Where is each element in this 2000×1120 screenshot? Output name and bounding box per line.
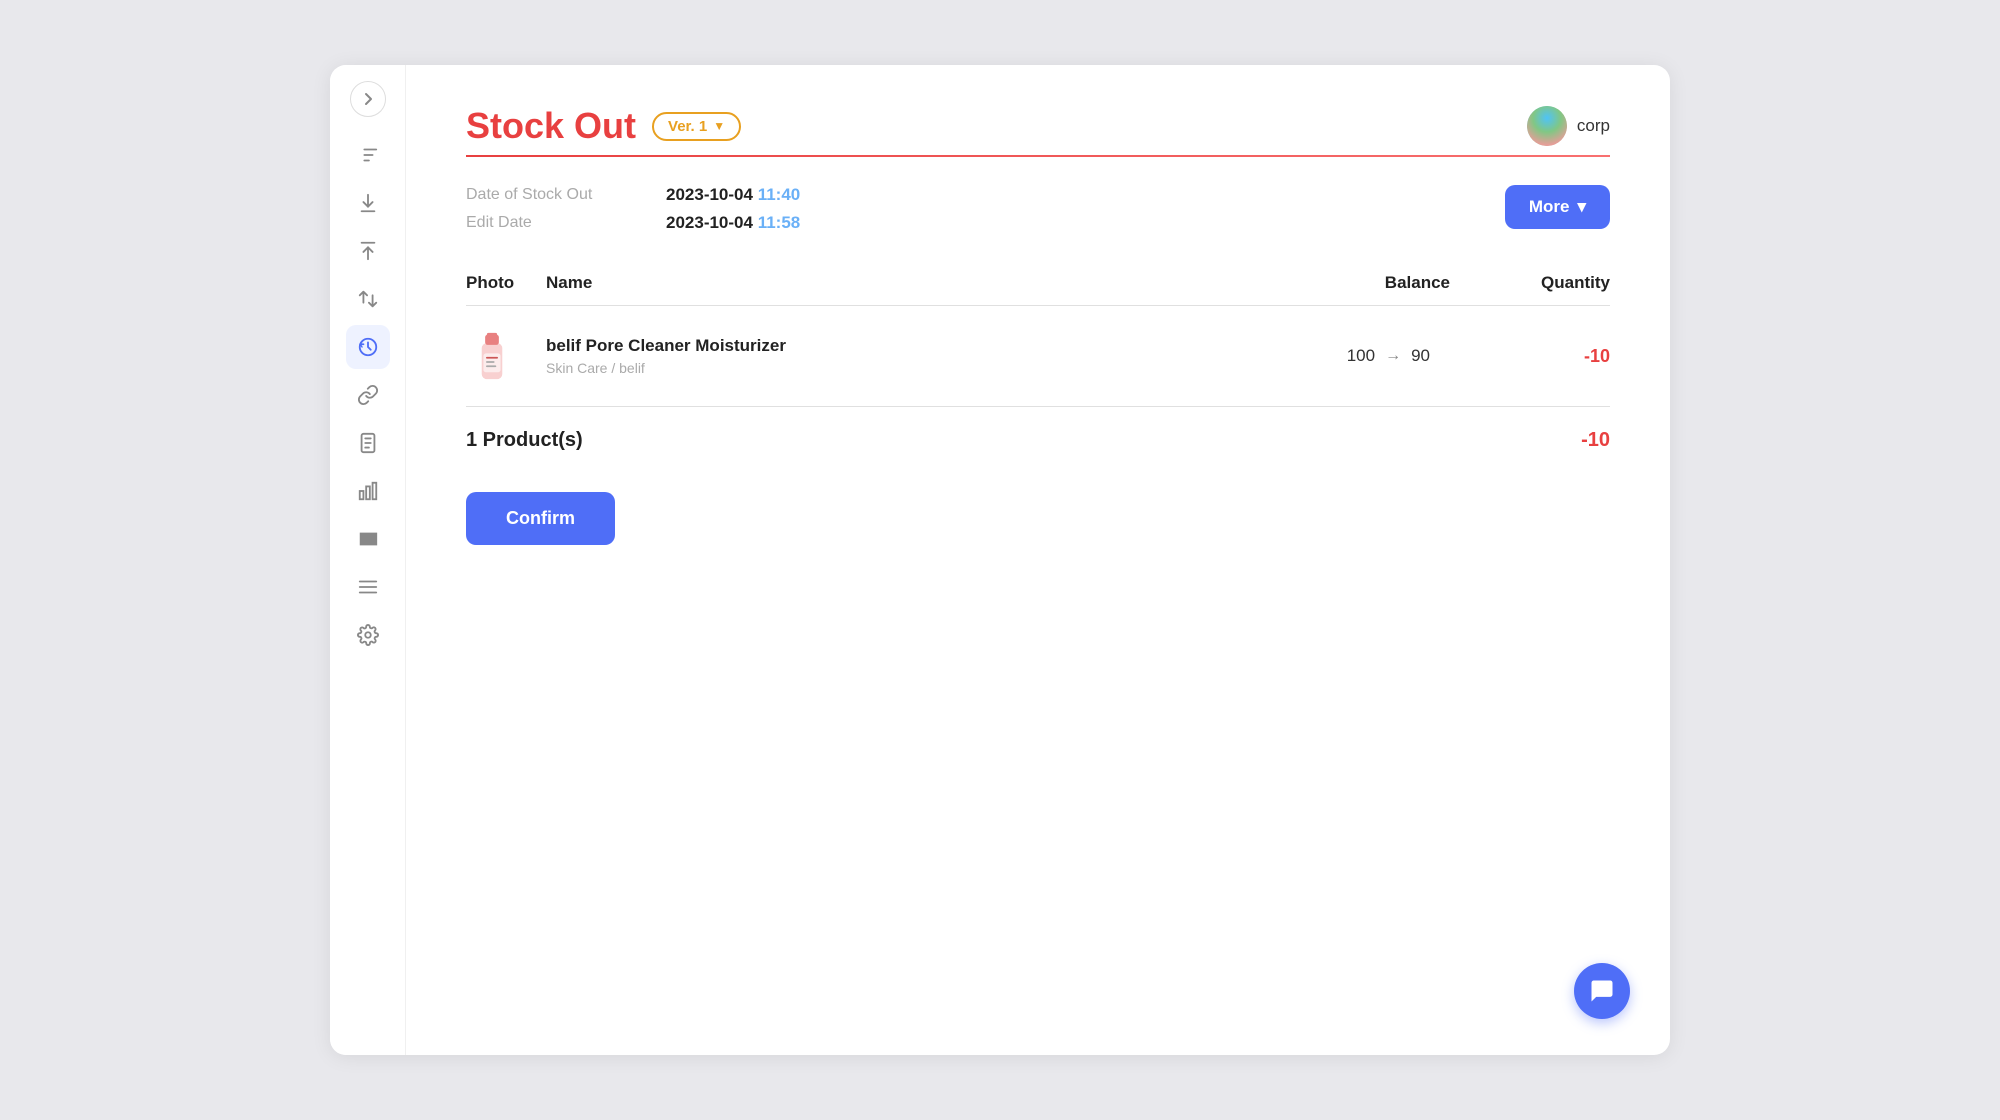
edit-date-label: Edit Date <box>466 214 666 232</box>
product-image-cell <box>466 326 546 386</box>
sidebar-item-document[interactable] <box>346 421 390 465</box>
quantity-cell: -10 <box>1450 346 1610 367</box>
sidebar-item-settings[interactable] <box>346 613 390 657</box>
header-divider <box>466 155 1610 157</box>
table-header: Photo Name Balance Quantity <box>466 265 1610 306</box>
sidebar-item-transfer[interactable] <box>346 277 390 321</box>
date-of-stock-out: Date of Stock Out 2023-10-04 11:40 <box>466 185 800 205</box>
sidebar-item-sort[interactable] <box>346 133 390 177</box>
arrow-right-icon: → <box>1385 347 1401 365</box>
sidebar-item-barcode[interactable] <box>346 517 390 561</box>
product-info: belif Pore Cleaner Moisturizer Skin Care… <box>546 336 1250 376</box>
balance-to: 90 <box>1411 346 1430 366</box>
sidebar-item-link[interactable] <box>346 373 390 417</box>
sidebar-item-chart[interactable] <box>346 469 390 513</box>
more-button[interactable]: More ▾ <box>1505 185 1610 229</box>
chevron-down-icon: ▼ <box>713 119 725 133</box>
summary-row: 1 Product(s) -10 <box>466 407 1610 452</box>
col-name: Name <box>546 273 1250 293</box>
col-balance: Balance <box>1250 273 1450 293</box>
col-photo: Photo <box>466 273 546 293</box>
balance-cell: 100 → 90 <box>1250 346 1450 366</box>
sidebar <box>330 65 406 1055</box>
meta-section: Date of Stock Out 2023-10-04 11:40 Edit … <box>466 185 1610 233</box>
edit-date-value: 2023-10-04 11:58 <box>666 213 800 233</box>
header-right: corp <box>1527 106 1610 146</box>
product-category: Skin Care / belif <box>546 360 1250 376</box>
sidebar-item-history[interactable] <box>346 325 390 369</box>
balance-from: 100 <box>1347 346 1375 366</box>
page-title: Stock Out <box>466 105 636 147</box>
table-row: belif Pore Cleaner Moisturizer Skin Care… <box>466 306 1610 407</box>
page-header: Stock Out Ver. 1 ▼ <box>466 105 1610 147</box>
meta-fields: Date of Stock Out 2023-10-04 11:40 Edit … <box>466 185 800 233</box>
confirm-button[interactable]: Confirm <box>466 492 615 545</box>
edit-date: Edit Date 2023-10-04 11:58 <box>466 213 800 233</box>
header-left: Stock Out Ver. 1 ▼ <box>466 105 741 147</box>
sidebar-toggle[interactable] <box>350 81 386 117</box>
summary-total: -10 <box>1581 429 1610 452</box>
date-of-stock-out-label: Date of Stock Out <box>466 186 666 204</box>
sidebar-item-upload[interactable] <box>346 229 390 273</box>
product-name: belif Pore Cleaner Moisturizer <box>546 336 1250 356</box>
chevron-down-icon: ▾ <box>1577 197 1586 217</box>
avatar <box>1527 106 1567 146</box>
date-of-stock-out-value: 2023-10-04 11:40 <box>666 185 800 205</box>
sidebar-item-download[interactable] <box>346 181 390 225</box>
version-badge[interactable]: Ver. 1 ▼ <box>652 112 741 141</box>
col-quantity: Quantity <box>1450 273 1610 293</box>
sidebar-item-list[interactable] <box>346 565 390 609</box>
summary-label: 1 Product(s) <box>466 429 583 452</box>
user-name: corp <box>1577 116 1610 136</box>
main-content: Stock Out Ver. 1 ▼ <box>406 65 1670 1055</box>
chat-button[interactable] <box>1574 963 1630 1019</box>
version-label: Ver. 1 <box>668 118 707 135</box>
product-image <box>466 326 518 386</box>
